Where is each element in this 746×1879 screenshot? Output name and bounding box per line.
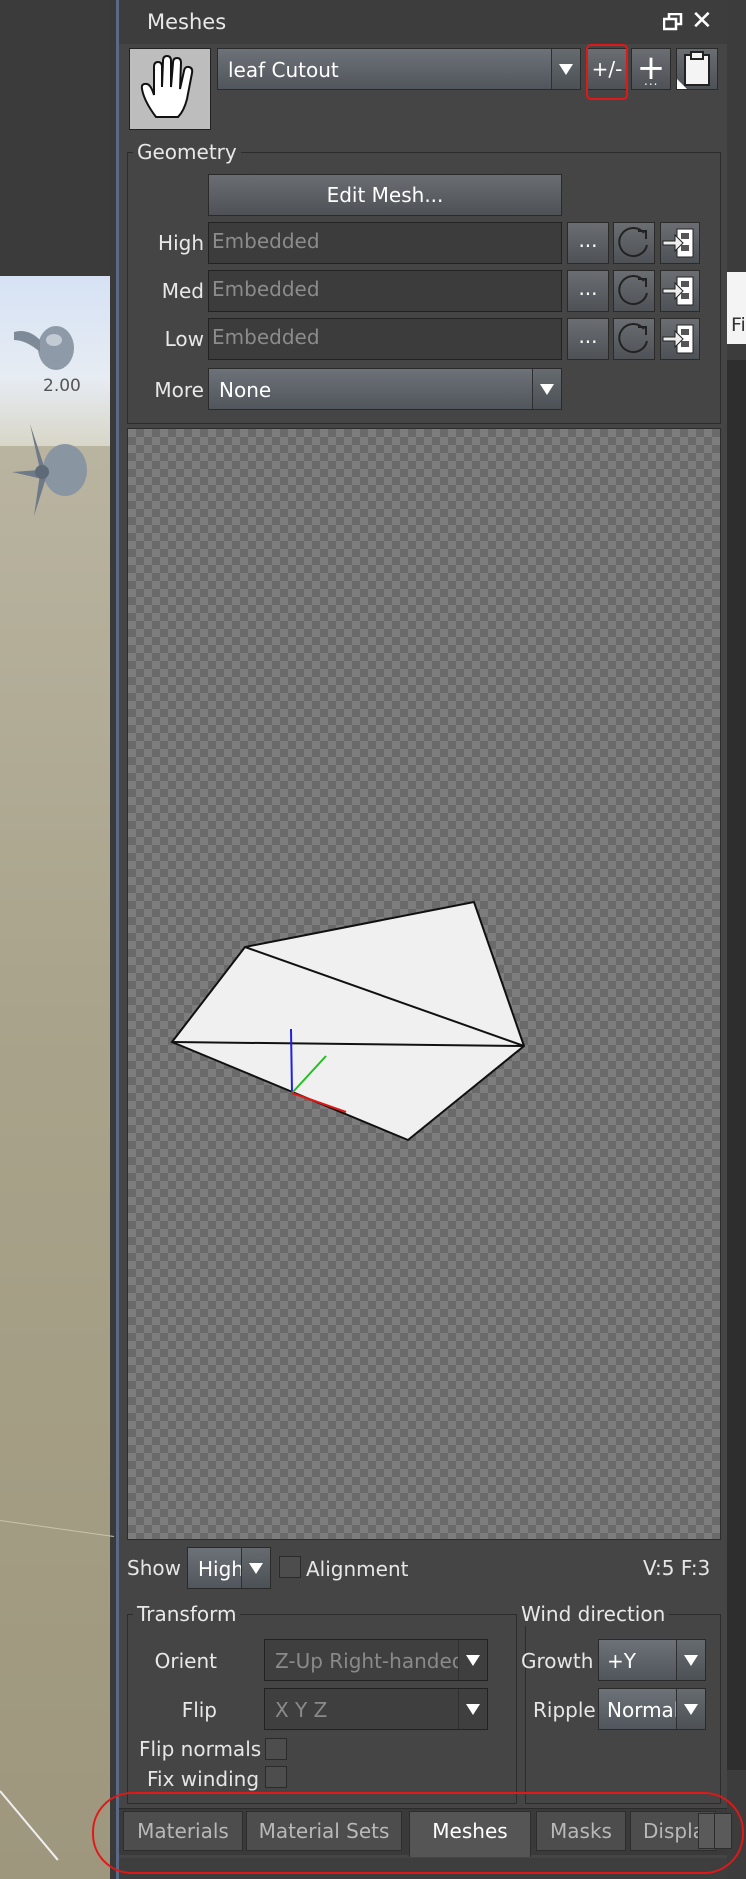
med-mesh-field[interactable]: Embedded (208, 270, 562, 312)
show-lod-dropdown[interactable]: High (187, 1547, 271, 1589)
low-reload-button[interactable] (613, 318, 655, 360)
show-label: Show (127, 1556, 181, 1580)
propeller-thumbnail-icon[interactable] (10, 422, 88, 518)
low-import-button[interactable] (660, 318, 700, 360)
low-browse-button[interactable]: ... (567, 318, 609, 360)
restore-window-icon[interactable] (663, 13, 683, 31)
med-browse-button[interactable]: ... (567, 270, 609, 312)
alignment-label: Alignment (306, 1557, 409, 1581)
wind-direction-label: Wind direction (517, 1602, 670, 1626)
high-label: High (158, 231, 204, 255)
show-lod-value: High (198, 1557, 244, 1581)
viewport-dark-area (0, 0, 110, 276)
vertex-face-stats: V:5 F:3 (643, 1556, 711, 1580)
low-mesh-field[interactable]: Embedded (208, 318, 562, 360)
high-mesh-field[interactable]: Embedded (208, 222, 562, 264)
high-import-button[interactable] (660, 222, 700, 264)
more-value: None (219, 378, 272, 402)
flip-normals-checkbox[interactable] (265, 1738, 287, 1760)
mesh-select-dropdown[interactable]: leaf Cutout (217, 48, 581, 90)
hand-tool-button[interactable] (129, 48, 211, 130)
med-import-button[interactable] (660, 270, 700, 312)
viewport-ground (0, 446, 110, 1879)
leaf-mesh-shape (170, 900, 526, 1142)
transform-label: Transform (133, 1602, 241, 1626)
panel-title: Meshes (147, 10, 227, 34)
flip-normals-label: Flip normals (139, 1737, 262, 1761)
more-dropdown[interactable]: None (208, 368, 562, 410)
med-label: Med (161, 279, 204, 303)
clipboard-button[interactable] (676, 48, 718, 90)
import-icon (662, 228, 694, 258)
flip-label: Flip (181, 1698, 217, 1722)
more-label: More (154, 378, 204, 402)
right-edge-text: Fi (731, 314, 746, 336)
reload-icon (618, 275, 648, 306)
chevron-down-icon[interactable] (551, 49, 580, 89)
orient-label: Orient (154, 1649, 217, 1673)
close-icon[interactable]: ✕ (691, 8, 713, 34)
chevron-down-icon[interactable] (458, 1689, 487, 1729)
fix-winding-label: Fix winding (147, 1767, 260, 1791)
right-edge-scrollbar[interactable] (727, 360, 746, 1770)
reload-icon (618, 227, 648, 258)
axis-z-line (290, 1028, 293, 1094)
ripple-dropdown[interactable]: Normal (598, 1688, 706, 1730)
add-mesh-button[interactable]: + ... (631, 48, 671, 90)
chevron-down-icon[interactable] (532, 369, 561, 409)
ripple-value: Normal (607, 1698, 680, 1722)
low-label: Low (164, 327, 204, 351)
chevron-down-icon[interactable] (241, 1548, 270, 1588)
bulb-value-label: 2.00 (43, 376, 81, 396)
mesh-preview-viewport[interactable] (127, 428, 721, 1540)
ripple-label: Ripple (533, 1698, 596, 1722)
import-icon (662, 324, 694, 354)
orient-value: Z-Up Right-handed (275, 1649, 465, 1673)
alignment-checkbox[interactable] (279, 1556, 301, 1578)
med-reload-button[interactable] (613, 270, 655, 312)
flip-dropdown[interactable]: X Y Z (264, 1688, 488, 1730)
highlight-annotation (586, 44, 628, 100)
high-browse-button[interactable]: ... (567, 222, 609, 264)
clipboard-icon (677, 51, 710, 89)
chevron-down-icon[interactable] (676, 1689, 705, 1729)
edit-mesh-button[interactable]: Edit Mesh... (208, 174, 562, 216)
growth-value: +Y (607, 1649, 636, 1673)
hand-icon (140, 55, 194, 118)
mesh-preview-canvas (170, 900, 526, 1142)
import-icon (662, 276, 694, 306)
growth-label: Growth (521, 1649, 594, 1673)
growth-dropdown[interactable]: +Y (598, 1639, 706, 1681)
tabs-highlight-annotation (92, 1792, 744, 1874)
orient-dropdown[interactable]: Z-Up Right-handed (264, 1639, 488, 1681)
high-reload-button[interactable] (613, 222, 655, 264)
plus-more-indicator: ... (644, 74, 659, 88)
mesh-select-value: leaf Cutout (228, 58, 339, 82)
geometry-label: Geometry (133, 140, 241, 164)
chevron-down-icon[interactable] (676, 1640, 705, 1680)
reload-icon (618, 323, 648, 354)
chevron-down-icon[interactable] (458, 1640, 487, 1680)
flip-value: X Y Z (275, 1698, 328, 1722)
panel-titlebar[interactable]: Meshes ✕ (119, 0, 727, 44)
bulb-thumbnail-icon[interactable] (14, 318, 76, 374)
meshes-panel: Meshes ✕ leaf Cutout +/- + ... Geometry … (116, 0, 732, 1879)
fix-winding-checkbox[interactable] (265, 1766, 287, 1788)
